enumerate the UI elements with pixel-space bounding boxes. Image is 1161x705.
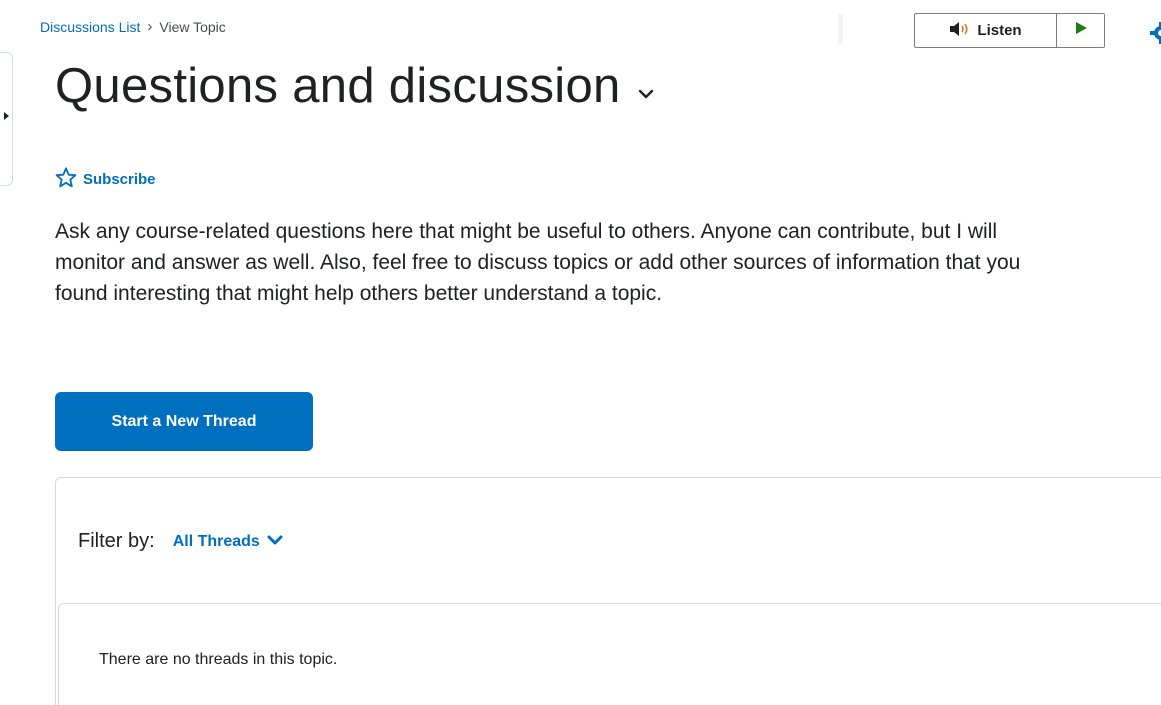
chevron-down-icon [267,533,283,551]
listen-label: Listen [977,22,1022,39]
side-panel-toggle[interactable] [0,52,13,186]
toolbar-divider [838,14,843,44]
page-title: Questions and discussion [55,59,621,113]
star-outline-icon [55,167,77,192]
chevron-down-icon[interactable] [637,87,655,105]
filter-bar: Filter by: All Threads [78,530,283,553]
empty-threads-message: There are no threads in this topic. [99,651,338,668]
empty-threads-panel: There are no threads in this topic. [58,603,1161,705]
breadcrumb-discussions-list-link[interactable]: Discussions List [40,19,140,35]
threads-container: Filter by: All Threads There are no thre… [55,477,1161,705]
play-icon [1074,21,1088,40]
discussion-topic-page: Discussions List › View Topic Listen Que… [0,0,1161,705]
gear-icon[interactable] [1150,22,1161,44]
subscribe-label: Subscribe [83,171,156,188]
topic-title-row: Questions and discussion [55,59,655,114]
read-aloud-toolbar: Listen [914,13,1105,48]
caret-right-icon [4,112,9,120]
breadcrumb-separator: › [147,18,153,35]
play-button[interactable] [1057,14,1104,47]
start-new-thread-button[interactable]: Start a New Thread [55,392,313,451]
subscribe-button[interactable]: Subscribe [55,167,156,192]
listen-button[interactable]: Listen [915,14,1057,47]
breadcrumb-current: View Topic [159,18,226,35]
speaker-icon [949,21,971,41]
topic-description: Ask any course-related questions here th… [55,220,1021,305]
breadcrumb: Discussions List › View Topic [40,18,226,35]
filter-dropdown[interactable]: All Threads [173,533,283,551]
filter-label: Filter by: [78,530,155,552]
filter-value: All Threads [172,532,260,550]
